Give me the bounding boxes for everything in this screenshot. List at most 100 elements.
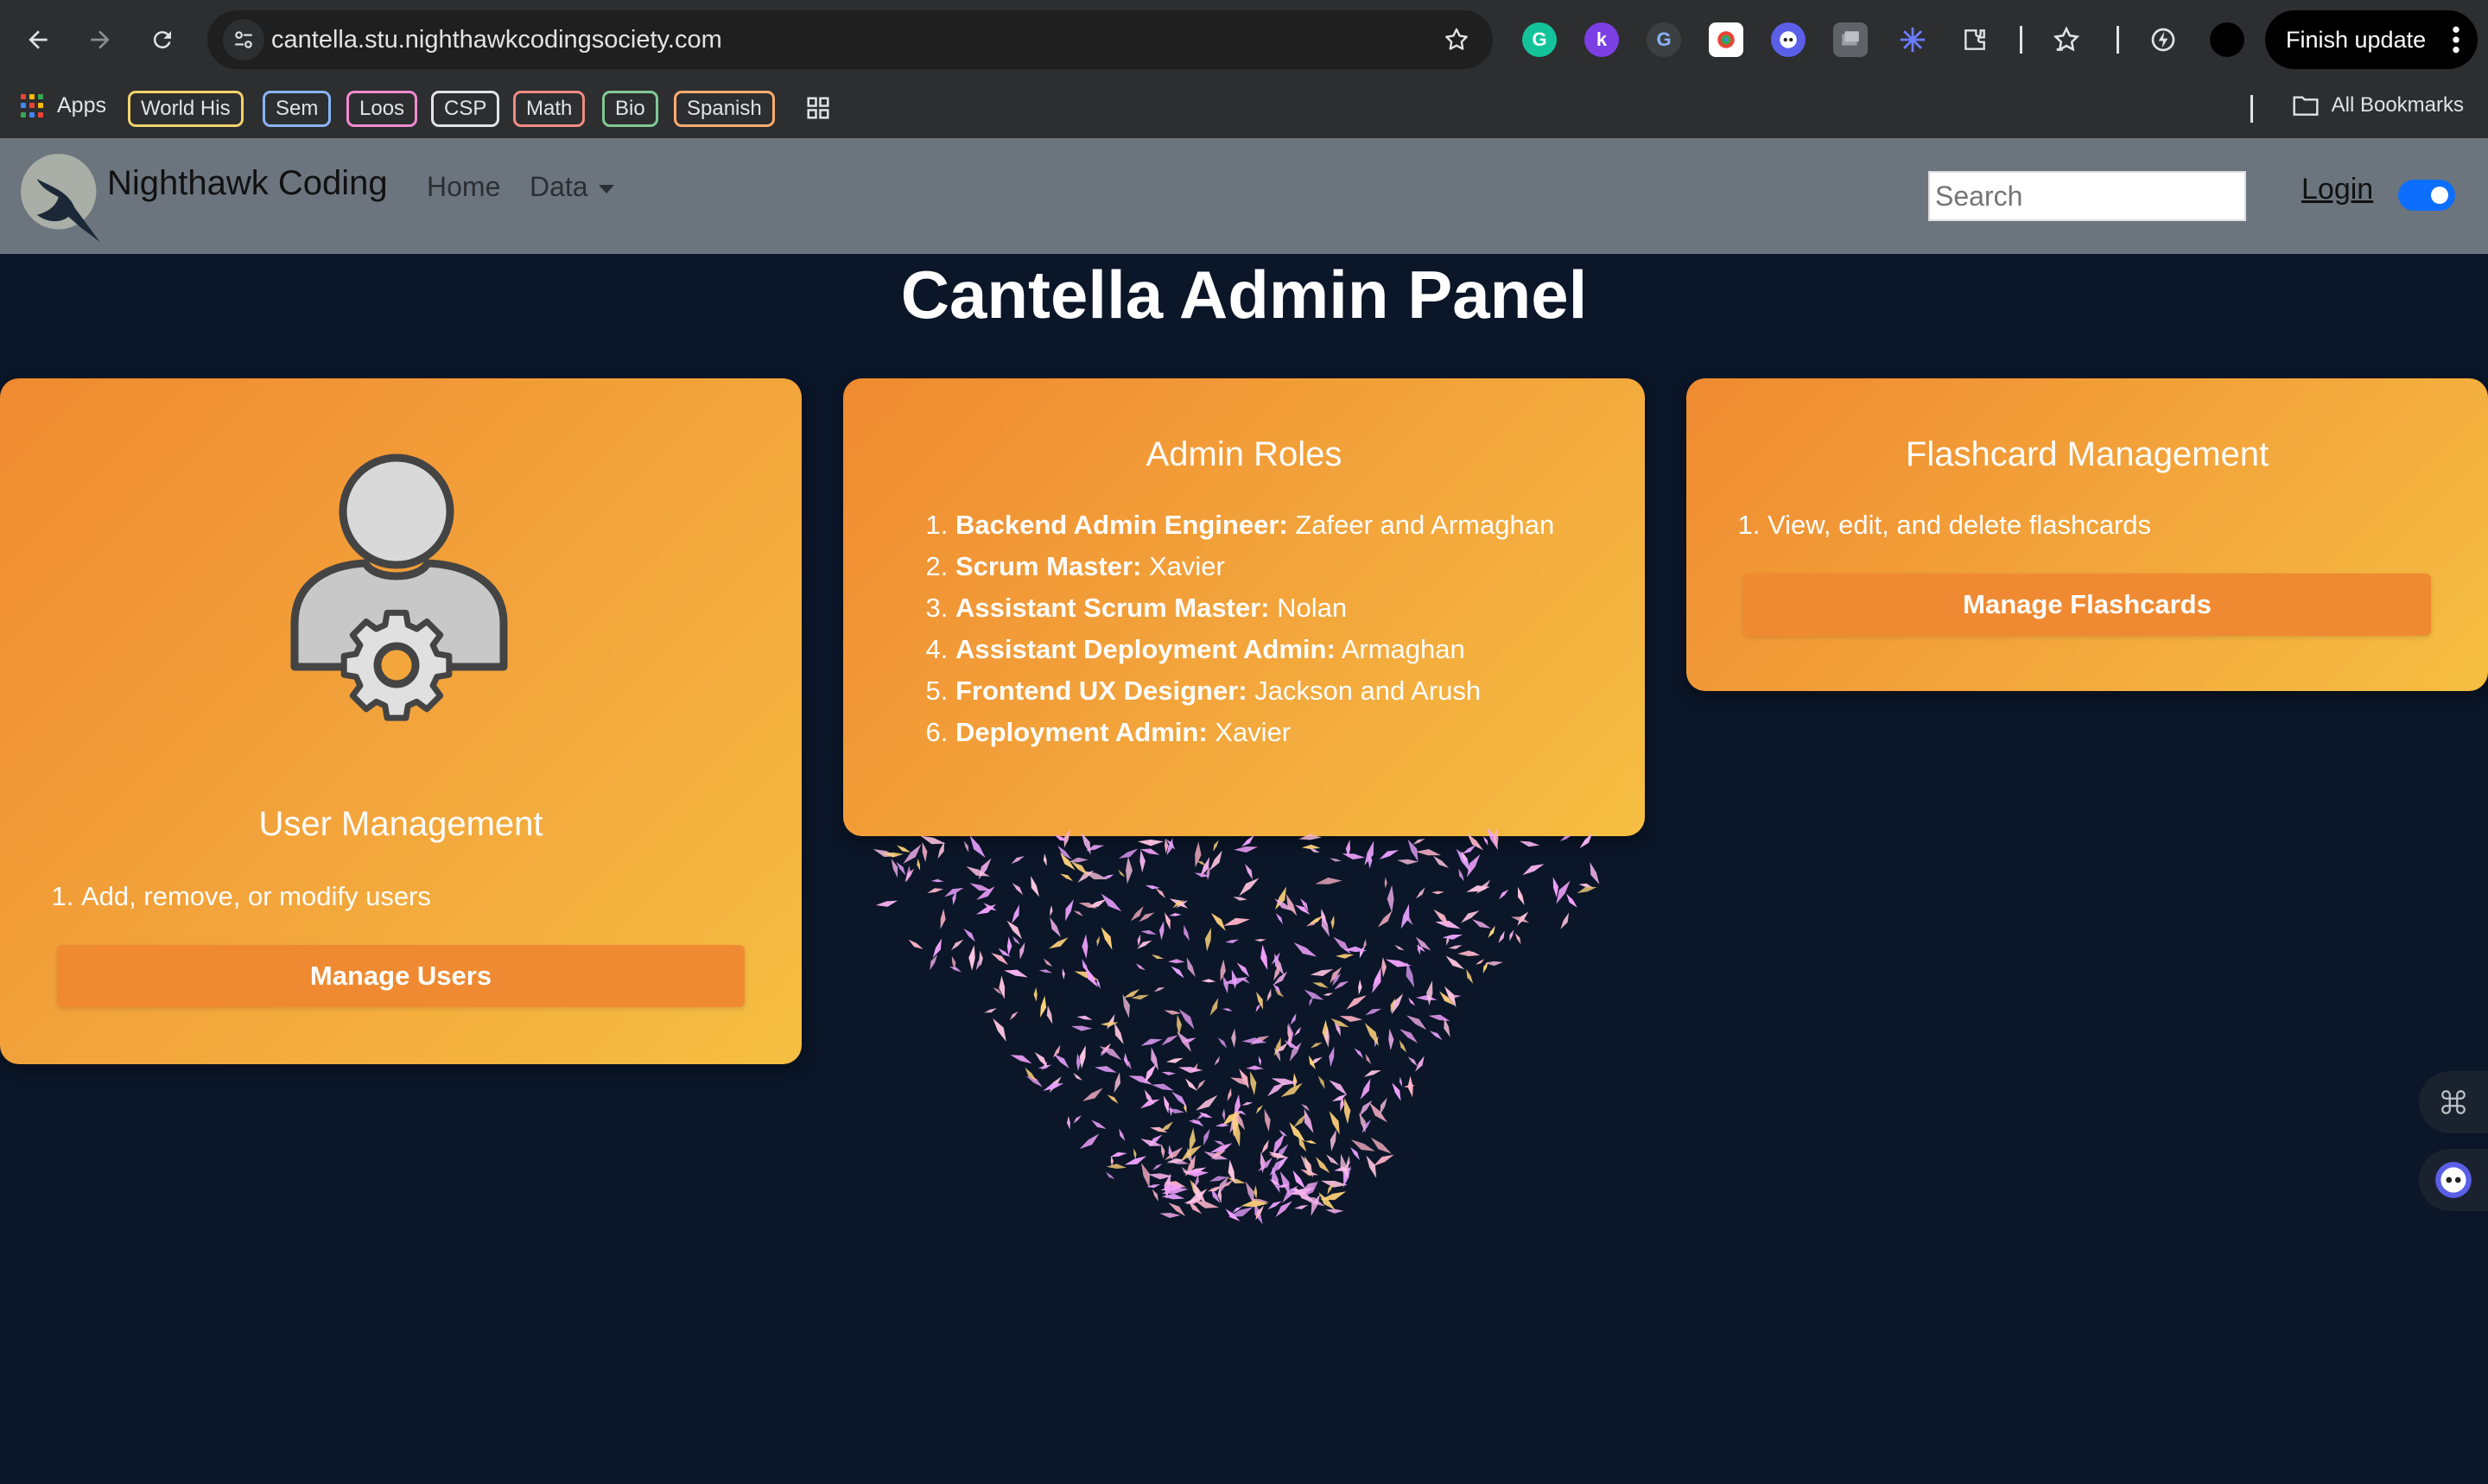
search-input[interactable]: [1928, 171, 2246, 221]
bird-shape: [1522, 864, 1545, 876]
bird-shape: [1177, 1014, 1182, 1036]
bird-shape: [1407, 1056, 1418, 1067]
bird-shape: [1073, 1073, 1082, 1081]
theme-toggle[interactable]: [2398, 180, 2455, 211]
bird-shape: [1391, 993, 1404, 1015]
bird-shape: [1366, 1155, 1377, 1178]
bird-shape: [1381, 956, 1387, 978]
bird-shape: [1079, 1133, 1100, 1150]
user-management-title: User Management: [258, 805, 543, 843]
bird-shape: [1167, 959, 1185, 964]
nav-data-dropdown[interactable]: Data: [530, 171, 614, 203]
tab-groups-icon[interactable]: [805, 95, 831, 121]
list-item: Deployment Admin: Xavier: [955, 712, 1554, 753]
bookmark-bio[interactable]: Bio: [602, 91, 658, 127]
bird-shape: [963, 840, 969, 853]
manage-flashcards-button[interactable]: Manage Flashcards: [1743, 574, 2431, 636]
role-name: Scrum Master:: [955, 551, 1142, 581]
bird-shape: [1130, 905, 1144, 922]
favorites-icon[interactable]: [2049, 22, 2084, 57]
bookmark-math[interactable]: Math: [513, 91, 586, 127]
role-members: Xavier: [1148, 551, 1225, 581]
bird-shape: [1415, 887, 1425, 899]
list-item: Add, remove, or modify users: [81, 876, 431, 917]
bird-shape: [1292, 1170, 1306, 1189]
bird-shape: [950, 939, 964, 951]
more-options-icon[interactable]: [2452, 22, 2460, 57]
snowflake-extension-icon[interactable]: [1895, 22, 1930, 57]
list-item: Assistant Scrum Master: Nolan: [955, 587, 1554, 629]
bird-shape: [1171, 966, 1184, 979]
assistant-button[interactable]: [2419, 1149, 2488, 1211]
reload-icon[interactable]: [142, 19, 183, 60]
all-bookmarks-button[interactable]: All Bookmarks: [2292, 93, 2464, 117]
bird-shape: [1392, 1082, 1401, 1101]
nav-home-link[interactable]: Home: [427, 171, 500, 203]
bird-shape: [991, 953, 1009, 966]
bird-shape: [1358, 979, 1362, 995]
command-shortcut-button[interactable]: [2419, 1071, 2488, 1133]
bird-shape: [1476, 959, 1485, 965]
g-extension-icon[interactable]: G: [1647, 22, 1681, 57]
bird-shape: [1323, 993, 1334, 996]
bird-shape: [1258, 1056, 1262, 1067]
bird-shape: [978, 858, 992, 880]
bookmark-csp[interactable]: CSP: [431, 91, 500, 127]
bird-shape: [1140, 929, 1157, 935]
site-info-icon[interactable]: [223, 19, 264, 60]
role-name: Backend Admin Engineer:: [955, 510, 1288, 540]
bird-shape: [1177, 1067, 1203, 1074]
bird-shape: [1137, 934, 1141, 947]
bird-shape: [1225, 939, 1240, 943]
grammarly-extension-icon[interactable]: G: [1522, 22, 1557, 57]
forward-icon[interactable]: [79, 19, 121, 60]
brand-title[interactable]: Nighthawk Coding: [107, 164, 388, 203]
finish-update-button[interactable]: Finish update: [2265, 10, 2478, 69]
bird-shape: [1379, 849, 1400, 860]
bird-shape: [1171, 1091, 1187, 1107]
color-extension-icon[interactable]: [1709, 22, 1743, 57]
bird-shape: [1066, 1115, 1070, 1130]
bird-shape: [1227, 1088, 1232, 1101]
apps-shortcut[interactable]: Apps: [21, 93, 106, 118]
bird-shape: [1140, 1138, 1163, 1146]
profile-avatar[interactable]: [2210, 22, 2244, 57]
bird-shape: [1065, 899, 1074, 922]
nighthawk-logo-icon[interactable]: [19, 152, 109, 242]
bird-shape: [1579, 833, 1593, 848]
bookmark-spanish[interactable]: Spanish: [674, 91, 775, 127]
back-icon[interactable]: [17, 19, 59, 60]
performance-icon[interactable]: [2146, 22, 2180, 57]
bird-shape: [1236, 962, 1250, 978]
k-extension-icon[interactable]: k: [1584, 22, 1619, 57]
bird-shape: [1222, 1008, 1233, 1012]
role-members: Jackson and Arush: [1254, 675, 1482, 706]
address-bar[interactable]: cantella.stu.nighthawkcodingsociety.com: [207, 10, 1493, 69]
bird-shape: [1325, 1208, 1344, 1214]
url-text[interactable]: cantella.stu.nighthawkcodingsociety.com: [271, 10, 722, 69]
bird-shape: [1070, 1025, 1093, 1031]
bird-shape: [1241, 1200, 1268, 1208]
bird-shape: [1076, 1015, 1093, 1020]
login-link[interactable]: Login: [2301, 173, 2373, 206]
bookmark-world-his[interactable]: World His: [128, 91, 244, 127]
bird-shape: [1519, 840, 1540, 847]
bird-shape: [1406, 1015, 1427, 1031]
bird-shape: [1203, 1128, 1210, 1146]
bird-shape: [1266, 988, 1272, 1002]
tabs-extension-icon[interactable]: [1833, 22, 1868, 57]
extensions-puzzle-icon[interactable]: [1958, 22, 1992, 57]
bird-shape: [1343, 1098, 1351, 1125]
robot-extension-icon[interactable]: [1771, 22, 1806, 57]
list-item: Scrum Master: Xavier: [955, 546, 1554, 587]
bird-shape: [1201, 979, 1216, 983]
bookmark-sem[interactable]: Sem: [263, 91, 332, 127]
bookmark-star-icon[interactable]: [1436, 19, 1477, 60]
bird-shape: [1010, 1055, 1032, 1064]
bird-shape: [969, 835, 986, 858]
role-members: Armaghan: [1341, 634, 1465, 664]
bird-shape: [1426, 980, 1433, 1006]
admin-roles-title: Admin Roles: [1146, 435, 1342, 473]
bookmark-loos[interactable]: Loos: [346, 91, 418, 127]
manage-users-button[interactable]: Manage Users: [57, 945, 745, 1007]
